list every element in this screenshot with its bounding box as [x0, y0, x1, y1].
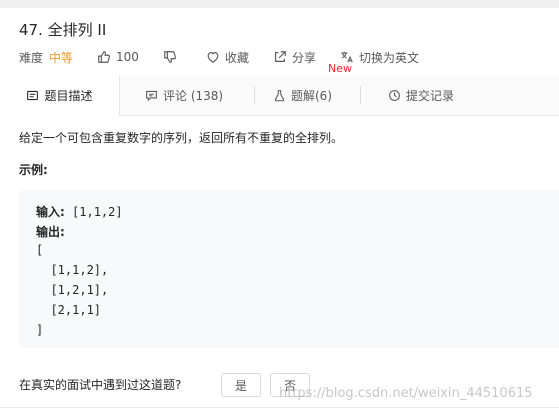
- interview-question: 在真实的面试中遇到过这道题?: [19, 378, 182, 392]
- output-line: ]: [36, 323, 44, 337]
- share-icon: [275, 51, 286, 62]
- tab-submissions[interactable]: 提交记录: [388, 75, 454, 115]
- problem-tabs: 题目描述 评论 (138) 题解(6) New 提交记录: [0, 62, 559, 116]
- output-label: 输出:: [36, 225, 65, 239]
- output-line: [2,1,1]: [36, 303, 102, 317]
- watermark: https://blog.csdn.net/weixin_44510615: [279, 386, 533, 401]
- share-button[interactable]: 分享: [273, 49, 316, 66]
- top-strip: [0, 0, 559, 8]
- tab-description[interactable]: 题目描述: [0, 75, 120, 116]
- like-count: 100: [116, 50, 139, 64]
- example-output-label-line: 输出:: [36, 223, 65, 240]
- favorite-label: 收藏: [224, 50, 249, 65]
- tab-comments[interactable]: 评论 (138): [145, 75, 223, 115]
- dislike-button[interactable]: [163, 50, 182, 64]
- favorite-button[interactable]: 收藏: [206, 49, 249, 66]
- clock-icon: [389, 89, 400, 101]
- new-badge: New: [328, 62, 352, 75]
- example-code-block: 输入: [1,1,2] 输出: [ [1,1,2], [1,2,1], [2,1…: [19, 190, 559, 348]
- tab-comments-label: 评论 (138): [163, 88, 224, 103]
- flask-icon: [274, 89, 285, 101]
- example-title: 示例:: [19, 163, 48, 177]
- thumbs-up-icon: [98, 51, 110, 63]
- difficulty-value: 中等: [49, 50, 74, 65]
- tab-solutions-label: 题解(6): [291, 88, 332, 103]
- description-icon: [27, 90, 39, 101]
- input-label: 输入:: [36, 205, 65, 219]
- output-line: [1,1,2],: [36, 263, 109, 277]
- output-line: [: [36, 243, 44, 257]
- tab-description-label: 题目描述: [44, 89, 93, 103]
- heart-icon: [207, 52, 219, 63]
- bottom-divider: [0, 407, 559, 408]
- yes-button[interactable]: 是: [221, 373, 261, 397]
- share-label: 分享: [291, 50, 316, 65]
- tab-separator: [360, 86, 361, 104]
- problem-description: 给定一个可包含重复数字的序列，返回所有不重复的全排列。: [19, 131, 344, 145]
- comment-icon: [146, 90, 157, 101]
- tab-solutions[interactable]: 题解(6) New: [273, 62, 352, 115]
- switch-language-label: 切换为英文: [358, 50, 419, 65]
- output-line: [1,2,1],: [36, 283, 109, 297]
- example-input-line: 输入: [1,1,2]: [36, 203, 123, 220]
- tab-submissions-label: 提交记录: [406, 88, 455, 103]
- tab-separator: [254, 86, 255, 104]
- input-value: [1,1,2]: [64, 205, 123, 219]
- problem-title: 47. 全排列 II: [19, 21, 107, 39]
- like-button[interactable]: 100: [97, 50, 139, 64]
- problem-meta-bar: 难度 中等 100 收藏 分享 切换为英文: [19, 48, 419, 66]
- difficulty-label: 难度: [19, 50, 44, 65]
- thumbs-down-icon: [164, 51, 176, 63]
